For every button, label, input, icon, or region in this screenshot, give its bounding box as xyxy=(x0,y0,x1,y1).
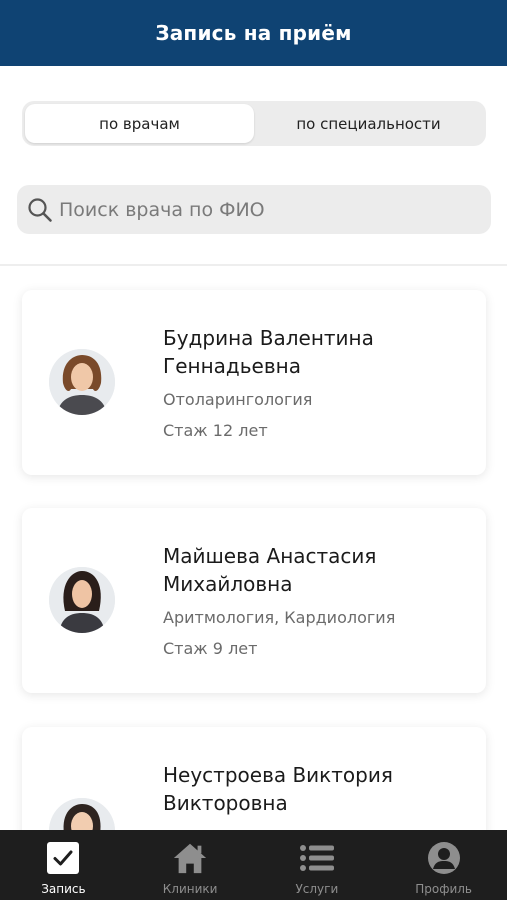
nav-label: Профиль xyxy=(415,882,473,896)
doctor-experience: Стаж 12 лет xyxy=(163,421,268,440)
doctor-experience: Стаж 9 лет xyxy=(163,639,258,658)
tab-by-specialty[interactable]: по специальности xyxy=(254,104,483,143)
search-icon xyxy=(27,197,53,223)
nav-label: Запись xyxy=(41,882,86,896)
app-screen: Запись на приём по врачам по специальнос… xyxy=(0,0,507,900)
nav-item-clinics[interactable]: Клиники xyxy=(127,830,254,900)
page-title: Запись на приём xyxy=(155,21,352,45)
doctor-card[interactable]: Майшева Анастасия Михайловна Аритмология… xyxy=(22,508,486,693)
doctor-specialty: Аритмология, Кардиология xyxy=(163,608,396,627)
doctor-avatar xyxy=(49,349,115,415)
doctor-avatar xyxy=(49,567,115,633)
search-bar xyxy=(17,185,491,234)
doctor-name: Майшева Анастасия Михайловна xyxy=(163,544,377,596)
nav-item-profile[interactable]: Профиль xyxy=(380,830,507,900)
checkbox-icon xyxy=(45,840,81,876)
doctor-specialty: Отоларингология xyxy=(163,390,313,409)
list-icon xyxy=(299,840,335,876)
search-input[interactable] xyxy=(59,198,491,221)
doctor-name: Будрина Валентина Геннадьевна xyxy=(163,326,374,378)
nav-item-services[interactable]: Услуги xyxy=(254,830,381,900)
bottom-navigation: Запись Клиники Услуги Профиль xyxy=(0,830,507,900)
nav-label: Услуги xyxy=(295,882,339,896)
tab-by-doctors[interactable]: по врачам xyxy=(25,104,254,143)
profile-icon xyxy=(426,840,462,876)
doctor-name: Неустроева Виктория Викторовна xyxy=(163,763,393,815)
divider xyxy=(0,264,507,266)
header-bar: Запись на приём xyxy=(0,0,507,66)
tab-switcher: по врачам по специальности xyxy=(22,101,486,146)
home-icon xyxy=(172,840,208,876)
doctor-card[interactable]: Будрина Валентина Геннадьевна Отоларинго… xyxy=(22,290,486,475)
nav-label: Клиники xyxy=(162,882,218,896)
nav-item-appointment[interactable]: Запись xyxy=(0,830,127,900)
